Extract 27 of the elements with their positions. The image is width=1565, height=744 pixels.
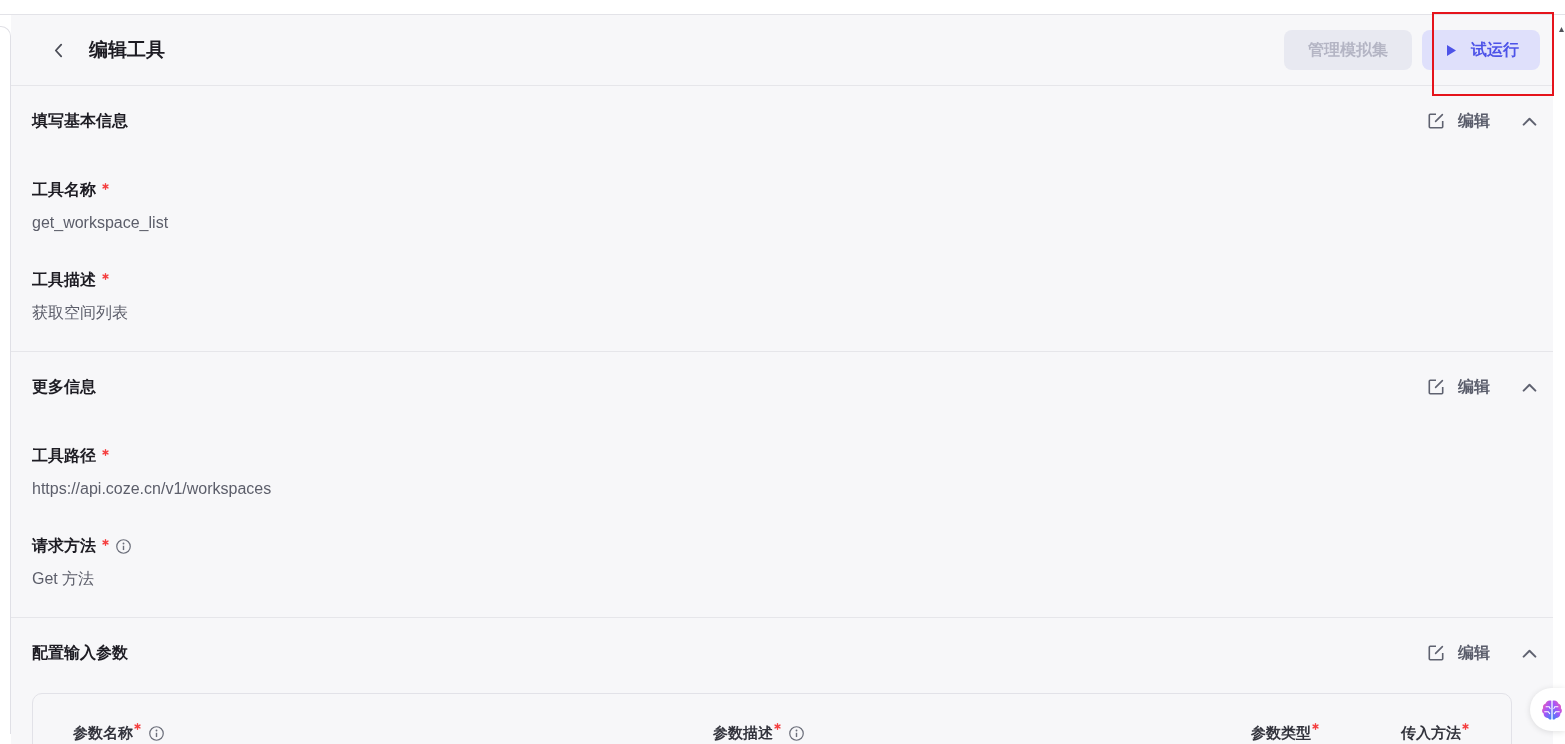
field-label: 工具路径 (32, 446, 96, 466)
edit-button[interactable]: 编辑 (1428, 109, 1490, 133)
scroll-arrow-icon[interactable] (1559, 27, 1564, 32)
chevron-left-icon (53, 42, 63, 58)
column-header: 参数描述 (713, 722, 773, 743)
column-header: 参数名称 (73, 722, 133, 743)
field-label: 工具描述 (32, 270, 96, 290)
field-label: 请求方法 (32, 536, 96, 556)
section-title: 配置输入参数 (32, 643, 128, 663)
edit-icon (1428, 113, 1444, 129)
field-label: 工具名称 (32, 180, 96, 200)
field-value: Get 方法 (32, 569, 95, 589)
brain-icon (1541, 698, 1563, 721)
field-value: 获取空间列表 (32, 303, 128, 323)
edit-icon (1428, 379, 1444, 395)
edit-icon (1428, 645, 1444, 661)
page-title: 编辑工具 (89, 37, 165, 62)
edit-button[interactable]: 编辑 (1428, 375, 1490, 399)
play-icon (1447, 44, 1456, 56)
field-value: get_workspace_list (32, 213, 169, 233)
run-button[interactable]: 试运行 (1422, 30, 1540, 70)
column-header: 传入方法 (1401, 722, 1461, 743)
edit-button[interactable]: 编辑 (1428, 641, 1490, 665)
column-header: 参数类型 (1251, 722, 1311, 743)
section-title: 填写基本信息 (32, 111, 128, 131)
field-value: https://api.coze.cn/v1/workspaces (32, 479, 272, 499)
section-title: 更多信息 (32, 377, 96, 397)
